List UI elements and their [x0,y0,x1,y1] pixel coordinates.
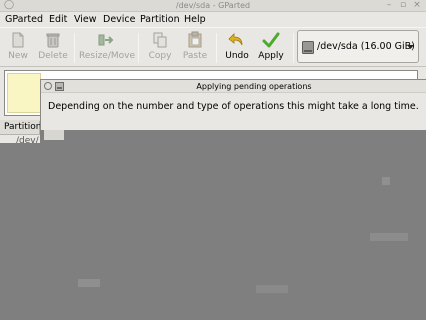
menu-view[interactable]: View [74,14,97,25]
paste-icon [188,31,202,48]
delete-button[interactable]: Delete [36,31,70,65]
menu-device[interactable]: Device [103,14,136,25]
copy-icon [153,32,167,48]
window-title: /dev/sda - GParted [175,1,251,10]
new-label: New [8,51,28,61]
dialog-titlebar: Applying pending operations [41,80,426,93]
resize-move-label: Resize/Move [79,51,136,61]
undo-button[interactable]: Undo [223,31,251,65]
toolbar-separator [138,33,139,63]
delete-label: Delete [38,51,68,61]
trash-icon [46,33,60,48]
minimize-icon[interactable]: – [384,1,394,10]
unallocated-segment[interactable] [7,73,41,113]
apply-label: Apply [258,51,284,61]
menu-edit[interactable]: Edit [49,14,67,25]
toolbar-separator [74,33,75,63]
dialog-message: Depending on the number and type of oper… [48,101,419,112]
device-selector-value: /dev/sda (16.00 GiB) [317,41,415,52]
column-header-partition[interactable]: Partition [2,121,42,134]
copy-button[interactable]: Copy [146,31,174,65]
toolbar-separator [293,33,294,63]
ghost-fragment [44,130,64,140]
checkmark-icon [262,32,280,48]
undo-label: Undo [225,51,249,61]
chevron-down-icon [407,45,414,49]
device-selector[interactable]: /dev/sda (16.00 GiB) [297,30,419,63]
render-overlay-strip [40,130,426,143]
ghost-fragment [256,285,288,293]
new-document-icon [12,32,24,48]
apply-button[interactable]: Apply [256,31,286,65]
copy-label: Copy [148,51,172,61]
render-overlay [0,143,426,320]
menu-partition[interactable]: Partition [140,14,180,25]
menu-help[interactable]: Help [184,14,206,25]
paste-label: Paste [182,51,208,61]
undo-arrow-icon [228,33,243,46]
new-button[interactable]: New [4,31,32,65]
ghost-fragment [370,233,408,241]
close-icon[interactable]: × [412,1,422,10]
ghost-fragment [382,177,390,185]
harddisk-icon [302,41,314,54]
menu-gparted[interactable]: GParted [5,14,43,25]
window-titlebar: ◯ /dev/sda - GParted – ▫ × [0,0,426,12]
menubar: GParted Edit View Device Partition Help [0,12,426,27]
dialog-title: Applying pending operations [196,82,312,91]
toolbar-separator [216,33,217,63]
paste-button[interactable]: Paste [180,31,210,65]
ghost-fragment [78,279,100,287]
resize-move-icon [98,34,114,46]
maximize-icon[interactable]: ▫ [398,1,408,10]
resize-move-button[interactable]: Resize/Move [79,31,136,65]
